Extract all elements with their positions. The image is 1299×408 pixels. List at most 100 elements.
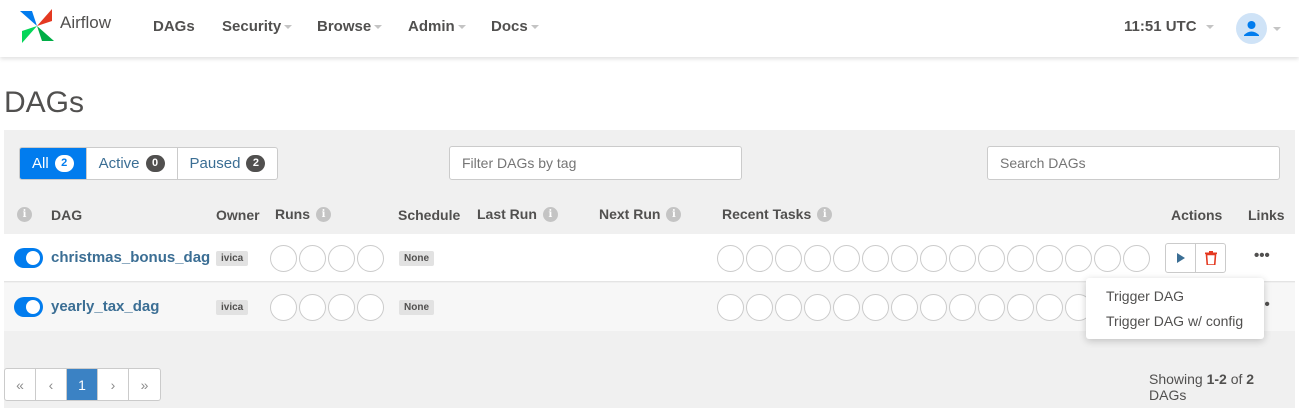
header-last-run-label: Last Run — [477, 206, 537, 222]
task-state-circle[interactable] — [1007, 245, 1034, 272]
page-next-button[interactable]: › — [98, 369, 129, 400]
filter-paused-count: 2 — [246, 155, 266, 172]
nav-docs[interactable]: Docs — [491, 18, 539, 35]
header-links: Links — [1248, 207, 1285, 223]
trigger-dag-button[interactable] — [1165, 243, 1196, 273]
tag-filter-input[interactable] — [449, 146, 742, 180]
page-last-button[interactable]: » — [129, 369, 160, 400]
task-state-circle[interactable] — [746, 245, 773, 272]
status-filter-group: All 2 Active 0 Paused 2 — [19, 147, 279, 180]
task-state-circle[interactable] — [833, 245, 860, 272]
header-actions: Actions — [1171, 207, 1222, 223]
header-runs: Runs i — [275, 206, 331, 222]
run-state-circle[interactable] — [357, 245, 384, 272]
task-state-circle[interactable] — [1036, 294, 1063, 321]
run-state-circle[interactable] — [299, 294, 326, 321]
dags-panel: All 2 Active 0 Paused 2 i DAG Owner Runs… — [4, 130, 1295, 408]
filter-paused-button[interactable]: Paused 2 — [178, 148, 278, 179]
task-state-circle[interactable] — [891, 294, 918, 321]
user-icon — [1244, 21, 1259, 36]
delete-dag-button[interactable] — [1195, 243, 1226, 273]
search-input[interactable] — [987, 146, 1280, 180]
schedule-badge[interactable]: None — [399, 300, 434, 315]
filter-all-button[interactable]: All 2 — [20, 148, 87, 179]
task-state-circle[interactable] — [949, 245, 976, 272]
task-state-circle[interactable] — [1094, 245, 1121, 272]
summary-suffix: DAGs — [1149, 387, 1187, 403]
filter-all-label: All — [32, 155, 49, 172]
task-state-circle[interactable] — [949, 294, 976, 321]
dag-link[interactable]: yearly_tax_dag — [51, 298, 159, 315]
task-state-circle[interactable] — [775, 245, 802, 272]
task-state-circle[interactable] — [920, 245, 947, 272]
task-state-circle[interactable] — [717, 294, 744, 321]
owner-badge[interactable]: ivica — [216, 300, 249, 315]
task-state-circle[interactable] — [804, 294, 831, 321]
trigger-dag-menu-item[interactable]: Trigger DAG — [1086, 286, 1264, 311]
task-state-circle[interactable] — [1065, 245, 1092, 272]
owner-badge[interactable]: ivica — [216, 251, 249, 266]
header-recent-tasks: Recent Tasks i — [722, 206, 833, 222]
task-state-circle[interactable] — [804, 245, 831, 272]
schedule-badge[interactable]: None — [399, 251, 434, 266]
header-dag[interactable]: DAG — [51, 207, 82, 223]
caret-down-icon — [1205, 25, 1214, 30]
nav-browse[interactable]: Browse — [317, 18, 383, 35]
info-icon[interactable]: i — [17, 207, 32, 222]
task-state-circle[interactable] — [1007, 294, 1034, 321]
task-state-circle[interactable] — [746, 294, 773, 321]
user-avatar[interactable] — [1236, 13, 1267, 44]
task-state-circle[interactable] — [978, 294, 1005, 321]
run-state-circle[interactable] — [270, 245, 297, 272]
nav-docs-label: Docs — [491, 18, 528, 35]
info-icon[interactable]: i — [817, 206, 833, 222]
table-row: christmas_bonus_dag ivica None ••• — [4, 234, 1295, 282]
page-current-button[interactable]: 1 — [67, 369, 98, 400]
filter-active-button[interactable]: Active 0 — [87, 148, 178, 179]
brand[interactable]: Airflow — [18, 7, 111, 45]
dag-pause-toggle[interactable] — [14, 248, 43, 268]
nav-security[interactable]: Security — [222, 18, 293, 35]
task-state-circle[interactable] — [833, 294, 860, 321]
task-state-circle[interactable] — [862, 294, 889, 321]
task-state-circle[interactable] — [1123, 245, 1150, 272]
info-icon[interactable]: i — [542, 206, 558, 222]
time-menu[interactable]: 11:51 UTC — [1124, 18, 1214, 35]
header-schedule-label: Schedule — [398, 207, 461, 223]
dag-link[interactable]: christmas_bonus_dag — [51, 249, 210, 266]
run-state-circle[interactable] — [299, 245, 326, 272]
caret-down-icon — [457, 25, 466, 30]
run-state-circle[interactable] — [357, 294, 384, 321]
task-state-circle[interactable] — [775, 294, 802, 321]
info-icon[interactable]: i — [316, 206, 331, 222]
task-state-circle[interactable] — [978, 245, 1005, 272]
caret-down-icon[interactable] — [1273, 27, 1281, 31]
task-state-circle[interactable] — [717, 245, 744, 272]
summary-prefix: Showing — [1149, 371, 1207, 387]
header-dag-label: DAG — [51, 207, 83, 223]
runs-circles — [270, 294, 386, 321]
summary-total: 2 — [1246, 371, 1255, 387]
page-first-button[interactable]: « — [5, 369, 36, 400]
page-title: DAGs — [4, 86, 85, 119]
task-state-circle[interactable] — [1036, 245, 1063, 272]
nav-dags[interactable]: DAGs — [153, 18, 195, 35]
run-state-circle[interactable] — [328, 294, 355, 321]
task-state-circle[interactable] — [920, 294, 947, 321]
run-state-circle[interactable] — [328, 245, 355, 272]
header-next-run: Next Run i — [599, 206, 682, 222]
header-owner[interactable]: Owner — [216, 207, 260, 223]
trigger-dag-config-menu-item[interactable]: Trigger DAG w/ config — [1086, 311, 1264, 336]
info-icon[interactable]: i — [666, 206, 682, 222]
page-prev-button[interactable]: ‹ — [36, 369, 67, 400]
trigger-dag-menu: Trigger DAG Trigger DAG w/ config — [1086, 278, 1264, 339]
task-state-circle[interactable] — [862, 245, 889, 272]
task-state-circle[interactable] — [891, 245, 918, 272]
header-links-label: Links — [1248, 207, 1285, 223]
nav-admin[interactable]: Admin — [408, 18, 466, 35]
links-more-icon[interactable]: ••• — [1254, 247, 1270, 264]
summary-middle: of — [1226, 371, 1247, 387]
play-icon — [1176, 253, 1185, 263]
run-state-circle[interactable] — [270, 294, 297, 321]
dag-pause-toggle[interactable] — [14, 297, 43, 317]
